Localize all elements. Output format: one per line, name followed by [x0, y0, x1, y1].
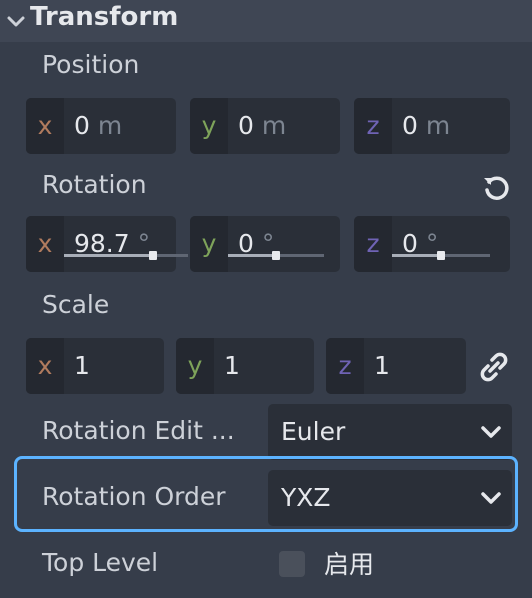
scale-y-value: 1 — [224, 351, 240, 380]
rotation-edit-mode-label: Rotation Edit ... — [42, 416, 235, 445]
position-y-field[interactable]: y 0m — [190, 98, 340, 154]
rotation-order-value: YXZ — [281, 483, 331, 512]
top-level-label: Top Level — [42, 548, 159, 577]
scale-label: Scale — [42, 290, 110, 319]
rotation-y-slider[interactable] — [228, 251, 324, 260]
rotation-y-field[interactable]: y 0 ° — [190, 216, 340, 272]
rotation-edit-mode-dropdown[interactable]: Euler — [268, 404, 512, 460]
rotation-label: Rotation — [42, 170, 147, 199]
scale-x-value: 1 — [74, 351, 90, 380]
scale-x-field[interactable]: x 1 — [26, 338, 164, 394]
axis-label-x: x — [26, 98, 64, 154]
chevron-down-icon — [481, 492, 501, 504]
scale-z-field[interactable]: z 1 — [326, 338, 466, 394]
rotation-order-dropdown[interactable]: YXZ — [268, 470, 512, 526]
axis-label-z: z — [354, 98, 392, 154]
axis-label-y: y — [176, 338, 214, 394]
slider-fill — [228, 254, 276, 257]
chevron-down-icon — [481, 426, 501, 438]
rotation-z-field[interactable]: z 0 ° — [354, 216, 510, 272]
axis-label-z: z — [354, 216, 392, 272]
rotation-edit-mode-value: Euler — [281, 417, 346, 446]
rotation-x-slider[interactable] — [64, 251, 188, 260]
axis-label-y: y — [190, 216, 228, 272]
axis-label-y: y — [190, 98, 228, 154]
slider-fill — [64, 254, 153, 257]
rotation-z-slider[interactable] — [392, 251, 490, 260]
axis-label-z: z — [326, 338, 364, 394]
position-label: Position — [42, 50, 140, 79]
top-level-checkbox-label[interactable]: 启用 — [324, 545, 374, 581]
rotation-x-field[interactable]: x 98.7 ° — [26, 216, 188, 272]
link-icon[interactable] — [478, 351, 510, 383]
reset-icon[interactable] — [481, 172, 511, 202]
position-z-value: 0 — [402, 111, 418, 140]
transform-section-header[interactable]: Transform — [0, 0, 532, 42]
axis-label-x: x — [26, 216, 64, 272]
slider-knob[interactable] — [272, 251, 280, 260]
position-y-unit: m — [261, 111, 287, 140]
slider-fill — [392, 254, 441, 257]
position-x-field[interactable]: x 0m — [26, 98, 176, 154]
scale-y-field[interactable]: y 1 — [176, 338, 314, 394]
scale-z-value: 1 — [374, 351, 390, 380]
position-x-value: 0 — [74, 111, 90, 140]
chevron-down-icon — [7, 16, 25, 27]
axis-label-x: x — [26, 338, 64, 394]
position-z-unit: m — [425, 111, 451, 140]
slider-knob[interactable] — [437, 251, 445, 260]
position-z-field[interactable]: z 0m — [354, 98, 510, 154]
slider-knob[interactable] — [149, 251, 157, 260]
position-x-unit: m — [97, 111, 123, 140]
rotation-order-label: Rotation Order — [42, 482, 226, 511]
section-title: Transform — [30, 2, 179, 32]
top-level-checkbox[interactable] — [279, 551, 305, 577]
position-y-value: 0 — [238, 111, 254, 140]
